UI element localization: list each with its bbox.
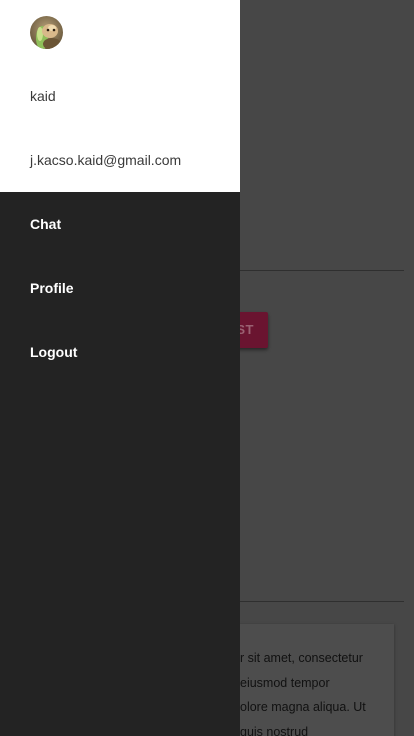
app-screen: ST r sit amet, consectetur eiusmod tempo… [0, 0, 414, 736]
card-text: r sit amet, consectetur eiusmod tempor o… [240, 646, 390, 736]
menu-item-profile[interactable]: Profile [0, 256, 240, 320]
drawer-header: kaid j.kacso.kaid@gmail.com [0, 0, 240, 192]
navigation-drawer: kaid j.kacso.kaid@gmail.com Chat Profile… [0, 0, 240, 736]
divider [240, 270, 404, 271]
user-name: kaid [30, 88, 56, 104]
user-email: j.kacso.kaid@gmail.com [30, 152, 182, 168]
card-text-line: olore magna aliqua. Ut [240, 700, 366, 714]
card-text-line: quis nostrud [240, 724, 309, 736]
card-text-line: r sit amet, consectetur [240, 651, 363, 665]
menu-item-chat[interactable]: Chat [0, 192, 240, 256]
user-avatar[interactable] [30, 16, 63, 49]
avatar-image [30, 16, 63, 49]
divider [240, 601, 404, 602]
menu-item-logout[interactable]: Logout [0, 320, 240, 384]
card-text-line: eiusmod tempor [240, 675, 330, 690]
